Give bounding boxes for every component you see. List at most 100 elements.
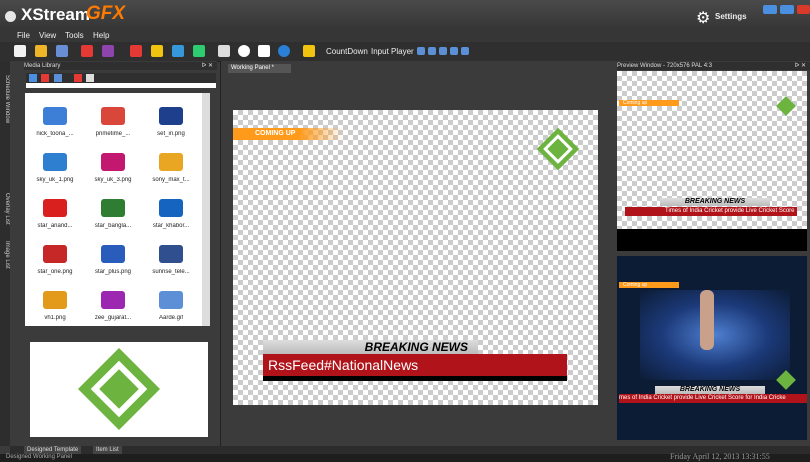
media-item[interactable]: star_one.png — [27, 245, 83, 275]
input-player-button[interactable]: Input Player — [371, 47, 414, 56]
weather-icon[interactable] — [303, 45, 315, 57]
gear-icon[interactable]: ⚙ — [696, 8, 710, 28]
save-icon[interactable] — [56, 45, 68, 57]
coming-up-tag[interactable]: COMING UP — [233, 128, 343, 140]
brand-logo-icon[interactable] — [536, 127, 580, 171]
info-icon[interactable] — [278, 45, 290, 57]
media-item-name: star_bangla... — [94, 223, 132, 229]
media-item[interactable]: star_bangla... — [85, 199, 141, 229]
player-icon-5[interactable] — [461, 47, 469, 55]
menu-help[interactable]: Help — [93, 31, 109, 40]
toolbar: CountDown Input Player — [0, 42, 810, 62]
image-icon[interactable] — [151, 45, 163, 57]
channel-logo-icon — [101, 153, 125, 171]
stage-lights — [640, 290, 790, 380]
text-style-icon[interactable] — [218, 45, 230, 57]
channel-logo-icon — [101, 199, 125, 217]
tab-overlay-list[interactable]: Overlay List — [0, 193, 10, 225]
media-library-title: Media Library ᐅ ✕ — [24, 62, 217, 70]
channel-logo-icon — [43, 199, 67, 217]
media-item-name: star_plus.png — [94, 269, 132, 275]
player-icon-2[interactable] — [428, 47, 436, 55]
media-item-name: primetime_... — [95, 131, 131, 137]
media-item[interactable]: star_anand... — [27, 199, 83, 229]
status-left: Designed Working Panel — [6, 454, 72, 460]
media-item[interactable]: sony_max_t... — [143, 153, 199, 183]
preview-ticker-2: mes of India Cricket provide Live Cricke… — [619, 394, 807, 403]
media-item[interactable]: Aarde.gif — [143, 291, 199, 321]
close-icon[interactable]: ᐅ ✕ — [795, 62, 806, 70]
media-item-name: nick_toona_... — [36, 131, 74, 137]
media-item[interactable]: sky_uk_3.png — [85, 153, 141, 183]
status-datetime: Friday April 12, 2013 13:31:55 — [670, 452, 770, 461]
media-item[interactable]: star_plus.png — [85, 245, 141, 275]
menu-bar: File View Tools Help — [0, 30, 810, 42]
media-item-name: zee_gujarat... — [94, 315, 132, 321]
delete-all-icon[interactable] — [74, 74, 82, 82]
channel-logo-icon — [43, 291, 67, 309]
media-item-name: vh1.png — [44, 315, 66, 321]
close-icon[interactable]: ᐅ ✕ — [202, 62, 213, 70]
maximize-button[interactable] — [780, 5, 794, 14]
preview-breaking-2: BREAKING NEWS — [655, 386, 765, 394]
channel-logo-icon — [159, 245, 183, 263]
tab-working-panel[interactable]: Working Panel * — [228, 64, 291, 73]
menu-tools[interactable]: Tools — [65, 31, 84, 40]
media-item-name: star_one.png — [37, 269, 73, 275]
preview-breaking-1: BREAKING NEWS — [660, 198, 770, 206]
list-view-icon[interactable] — [86, 74, 94, 82]
countdown-button[interactable]: CountDown — [326, 47, 368, 56]
chart-icon[interactable] — [102, 45, 114, 57]
tab-schedule-window[interactable]: Schedule Window — [0, 75, 10, 123]
player-icon-3[interactable] — [439, 47, 447, 55]
breaking-news-bar[interactable]: BREAKING NEWS — [263, 340, 478, 354]
brand-logo-icon — [776, 370, 796, 390]
tab-item-list[interactable]: Item List — [93, 446, 122, 454]
media-scrollbar[interactable] — [202, 93, 210, 326]
preview-ticker-1: Times of India Cricket provide Live Cric… — [625, 207, 797, 216]
media-item[interactable]: nick_toona_... — [27, 107, 83, 137]
tab-image-list[interactable]: Image List — [0, 241, 10, 269]
channel-logo-icon — [159, 291, 183, 309]
speech-bubble-icon[interactable] — [238, 45, 250, 57]
minimize-button[interactable] — [763, 5, 777, 14]
tab-designed-template[interactable]: Designed Template — [24, 446, 82, 454]
media-item-name: sony_max_t... — [152, 177, 190, 183]
player-icon-1[interactable] — [417, 47, 425, 55]
menu-view[interactable]: View — [39, 31, 56, 40]
clock-icon[interactable] — [130, 45, 142, 57]
preview-tag-1: Coming up — [619, 100, 679, 106]
media-item[interactable]: vh1.png — [27, 291, 83, 321]
display-icon[interactable] — [172, 45, 184, 57]
side-tab-bar: Schedule Window Overlay List Image List — [0, 61, 10, 446]
media-item[interactable]: set_in.png — [143, 107, 199, 137]
remove-icon[interactable] — [41, 74, 49, 82]
news-ticker[interactable]: RssFeed#NationalNews — [263, 354, 567, 376]
delete-icon[interactable] — [81, 45, 93, 57]
preview-title-text: Preview Window - 720x576 PAL 4:3 — [617, 63, 713, 69]
media-item-name: star_khabor... — [152, 223, 190, 229]
close-button[interactable] — [797, 5, 810, 14]
text-tool-icon[interactable] — [258, 45, 270, 57]
media-library-title-text: Media Library — [24, 63, 61, 69]
app-logo-icon — [5, 11, 16, 22]
channel-logo-icon — [43, 245, 67, 263]
media-item[interactable]: primetime_... — [85, 107, 141, 137]
refresh-icon[interactable] — [54, 74, 62, 82]
player-icon-4[interactable] — [450, 47, 458, 55]
media-library-path — [26, 83, 216, 88]
add-icon[interactable] — [29, 74, 37, 82]
settings-label[interactable]: Settings — [715, 12, 747, 21]
media-item-name: star_anand... — [37, 223, 73, 229]
menu-file[interactable]: File — [17, 31, 30, 40]
media-item[interactable]: sunrise_tele... — [143, 245, 199, 275]
layers-icon[interactable] — [193, 45, 205, 57]
media-item[interactable]: sky_uk_1.png — [27, 153, 83, 183]
open-folder-icon[interactable] — [35, 45, 47, 57]
new-file-icon[interactable] — [14, 45, 26, 57]
media-item[interactable]: star_khabor... — [143, 199, 199, 229]
media-item-name: Aarde.gif — [158, 315, 183, 321]
brand-logo-icon — [776, 96, 796, 116]
app-title: XStream — [21, 5, 90, 24]
media-item[interactable]: zee_gujarat... — [85, 291, 141, 321]
